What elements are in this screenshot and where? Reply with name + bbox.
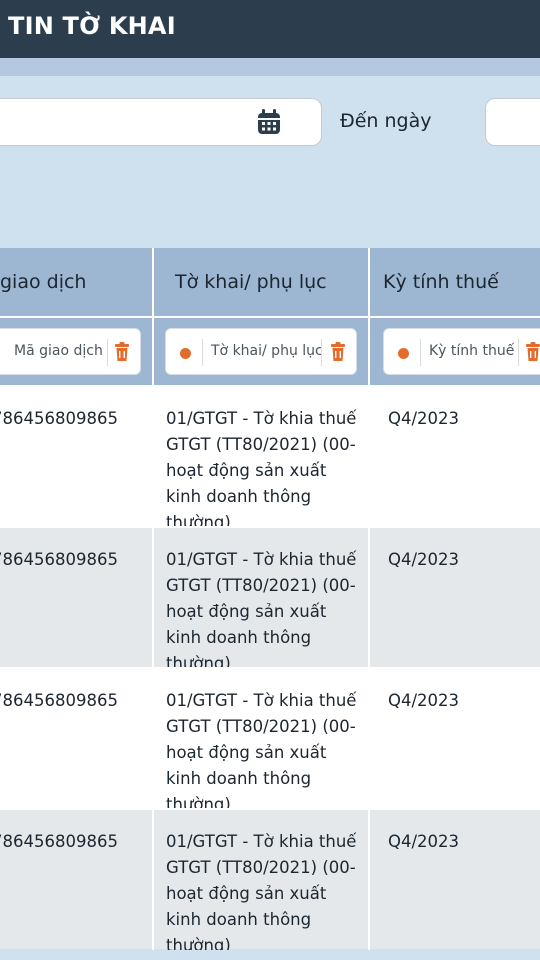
filter-placeholder: Mã giao dịch (14, 343, 103, 359)
column-divider (152, 248, 154, 950)
form-cell: 01/GTGT - Tờ khia thuế GTGT (TT80/2021) … (166, 832, 357, 955)
form-filter[interactable]: Tờ khai/ phụ lục (165, 328, 357, 375)
filter-separator (202, 339, 203, 366)
row-divider (0, 316, 540, 318)
column-header-label: giao dịch (0, 271, 87, 293)
row-divider (0, 385, 540, 387)
filter-separator (420, 339, 421, 366)
from-date-input[interactable] (0, 98, 322, 146)
period-cell: Q4/2023 (388, 691, 460, 710)
column-header-period[interactable]: Kỳ tính thuế (383, 248, 540, 316)
row-divider (0, 667, 540, 669)
period-filter[interactable]: Kỳ tính thuế (383, 328, 540, 375)
transaction-code-cell: 786456809865 (0, 550, 118, 569)
filter-separator (107, 339, 108, 366)
column-divider (368, 248, 370, 950)
period-cell: Q4/2023 (388, 550, 460, 569)
table-row[interactable]: 786456809865 01/GTGT - Tờ khia thuế GTGT… (0, 527, 540, 673)
form-cell: 01/GTGT - Tờ khia thuế GTGT (TT80/2021) … (166, 691, 357, 814)
column-header-transaction[interactable]: giao dịch (0, 248, 152, 316)
column-header-label: Kỳ tính thuế (383, 271, 499, 293)
header-divider-strip (0, 58, 540, 76)
calendar-icon[interactable] (257, 109, 281, 135)
column-header-label: Tờ khai/ phụ lục (175, 271, 327, 293)
filter-placeholder: Kỳ tính thuế (429, 343, 515, 359)
trash-icon[interactable] (525, 342, 540, 362)
period-cell: Q4/2023 (388, 409, 460, 428)
transaction-code-cell: 786456809865 (0, 691, 118, 710)
filter-placeholder: Tờ khai/ phụ lục (211, 343, 323, 359)
row-divider (0, 808, 540, 810)
filter-status-dot (398, 348, 409, 359)
period-cell: Q4/2023 (388, 832, 460, 851)
to-date-input[interactable] (485, 98, 540, 146)
filter-separator (321, 339, 322, 366)
row-divider (0, 526, 540, 528)
to-date-label: Đến ngày (340, 110, 432, 132)
trash-icon[interactable] (330, 342, 346, 362)
transaction-code-cell: 786456809865 (0, 832, 118, 851)
transaction-code-filter[interactable]: Mã giao dịch (0, 328, 141, 375)
column-header-form[interactable]: Tờ khai/ phụ lục (175, 248, 365, 316)
filter-status-dot (180, 348, 191, 359)
app-header: TIN TỜ KHAI (0, 0, 540, 58)
table-row[interactable]: 786456809865 01/GTGT - Tờ khia thuế GTGT… (0, 386, 540, 532)
form-cell: 01/GTGT - Tờ khia thuế GTGT (TT80/2021) … (166, 409, 357, 532)
page-bottom-strip (0, 950, 540, 960)
filter-separator (518, 339, 519, 366)
form-cell: 01/GTGT - Tờ khia thuế GTGT (TT80/2021) … (166, 550, 357, 673)
table-row[interactable]: 786456809865 01/GTGT - Tờ khia thuế GTGT… (0, 809, 540, 955)
date-filter-panel: Đến ngày (0, 76, 540, 248)
table-row[interactable]: 786456809865 01/GTGT - Tờ khia thuế GTGT… (0, 668, 540, 814)
trash-icon[interactable] (114, 342, 130, 362)
transaction-code-cell: 786456809865 (0, 409, 118, 428)
page-title: TIN TỜ KHAI (8, 12, 176, 40)
